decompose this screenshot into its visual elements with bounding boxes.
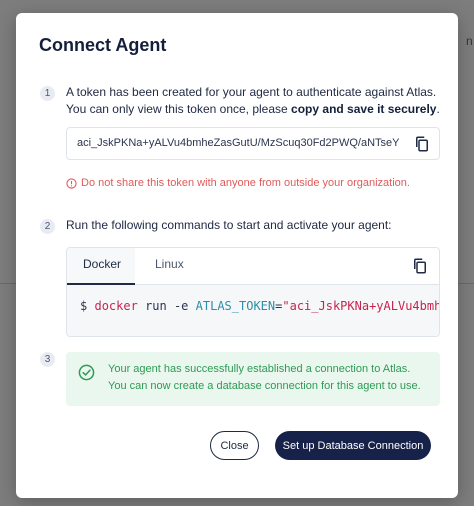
token-warning-text: Do not share this token with anyone from… — [81, 177, 410, 189]
command-card: Docker Linux $ docker run -e ATLAS_TOKEN… — [66, 247, 440, 337]
step-1-number: 1 — [40, 86, 55, 101]
check-circle-icon — [78, 364, 95, 381]
command-variable: ATLAS_TOKEN — [195, 299, 276, 313]
command-keyword: docker — [94, 299, 138, 313]
connect-agent-modal: Connect Agent 1 A token has been created… — [16, 13, 458, 498]
command-line[interactable]: $ docker run -e ATLAS_TOKEN="aci_JskPKNa… — [80, 299, 440, 313]
step-1-text-bold: copy and save it securely — [291, 102, 437, 116]
info-circle-icon — [66, 177, 77, 189]
copy-icon — [416, 136, 428, 152]
step-1-text: A token has been created for your agent … — [66, 84, 446, 118]
tab-linux[interactable]: Linux — [139, 248, 200, 285]
token-warning: Do not share this token with anyone from… — [66, 177, 410, 189]
command-args: run -e — [145, 299, 189, 313]
copy-icon — [414, 258, 426, 274]
copy-command-button[interactable] — [411, 257, 431, 277]
token-value[interactable]: aci_JskPKNa+yALVu4bmheZasGutU/MzScuq30Fd… — [77, 137, 399, 149]
success-text: Your agent has successfully established … — [108, 363, 421, 392]
step-3-number: 3 — [40, 352, 55, 367]
success-banner: Your agent has successfully established … — [66, 352, 440, 406]
command-prompt: $ — [80, 299, 88, 313]
close-button[interactable]: Close — [210, 431, 259, 460]
command-tabs: Docker Linux — [67, 248, 439, 285]
step-1-text-end: . — [436, 102, 440, 116]
command-value: "aci_JskPKNa+yALVu4bmh — [282, 299, 440, 313]
tab-docker[interactable]: Docker — [67, 248, 135, 285]
step-2-number: 2 — [40, 219, 55, 234]
backdrop-divider-right — [458, 283, 474, 284]
command-body[interactable]: $ docker run -e ATLAS_TOKEN="aci_JskPKNa… — [67, 285, 439, 336]
step-2-text: Run the following commands to start and … — [66, 218, 392, 232]
copy-token-button[interactable] — [413, 135, 433, 155]
modal-title: Connect Agent — [39, 35, 167, 55]
setup-database-connection-button[interactable]: Set up Database Connection — [275, 431, 431, 460]
backdrop-divider — [0, 283, 16, 284]
backdrop-text: n — [466, 34, 473, 48]
token-field[interactable]: aci_JskPKNa+yALVu4bmheZasGutU/MzScuq30Fd… — [66, 127, 440, 160]
